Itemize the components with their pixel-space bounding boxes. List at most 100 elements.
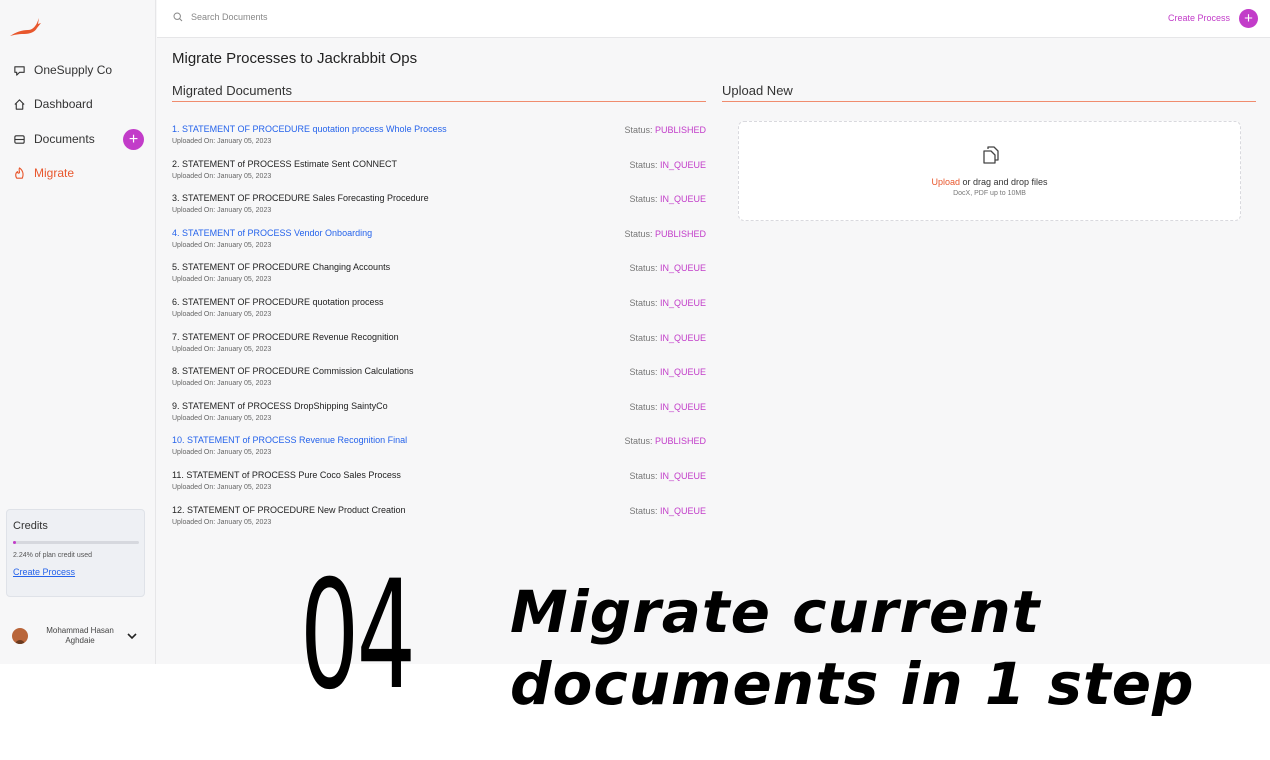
document-upload-date: Uploaded On: January 05, 2023 (172, 484, 272, 491)
migrated-documents-heading: Migrated Documents (172, 83, 292, 98)
user-menu[interactable]: Mohammad Hasan Aghdaie (12, 622, 144, 650)
sidebar-item-documents[interactable]: Documents (12, 128, 95, 150)
search-icon (173, 12, 183, 22)
search-placeholder: Search Documents (191, 12, 268, 22)
document-status: Status: IN_QUEUE (629, 471, 706, 481)
status-label: Status: (629, 160, 660, 170)
document-upload-date: Uploaded On: January 05, 2023 (172, 242, 272, 249)
status-label: Status: (629, 263, 660, 273)
status-badge: IN_QUEUE (659, 298, 706, 308)
sidebar-item-label: OneSupply Co (34, 63, 113, 77)
status-label: Status: (624, 229, 655, 239)
headline: Migrate current documents in 1 step (510, 576, 1250, 720)
page-title: Migrate Processes to Jackrabbit Ops (172, 50, 418, 67)
document-row[interactable]: 1. STATEMENT OF PROCEDURE quotation proc… (172, 124, 706, 154)
home-icon (12, 97, 26, 111)
status-label: Status: (629, 367, 660, 377)
document-status: Status: PUBLISHED (624, 436, 706, 446)
document-row[interactable]: 10. STATEMENT of PROCESS Revenue Recogni… (172, 435, 706, 465)
add-document-button[interactable]: + (123, 129, 144, 150)
document-title[interactable]: 8. STATEMENT OF PROCEDURE Commission Cal… (172, 366, 706, 377)
document-row[interactable]: 3. STATEMENT OF PROCEDURE Sales Forecast… (172, 193, 706, 223)
document-status: Status: IN_QUEUE (629, 402, 706, 412)
inbox-icon (12, 132, 26, 146)
create-process-button[interactable]: Create Process (1168, 13, 1230, 23)
status-label: Status: (629, 506, 660, 516)
sidebar-item-label: Dashboard (34, 97, 93, 111)
credits-progress-fill (13, 541, 16, 544)
document-row[interactable]: 6. STATEMENT OF PROCEDURE quotation proc… (172, 297, 706, 327)
credits-card: Credits 2.24% of plan credit used Create… (6, 509, 145, 597)
status-label: Status: (629, 402, 660, 412)
status-badge: IN_QUEUE (659, 471, 706, 481)
upload-new-divider (722, 101, 1256, 102)
document-upload-date: Uploaded On: January 05, 2023 (172, 380, 272, 387)
search-input[interactable]: Search Documents (173, 12, 268, 22)
headline-line-2: documents in 1 step (510, 650, 1195, 718)
document-row[interactable]: 12. STATEMENT OF PROCEDURE New Product C… (172, 505, 706, 535)
document-title[interactable]: 12. STATEMENT OF PROCEDURE New Product C… (172, 505, 706, 516)
status-label: Status: (629, 298, 660, 308)
document-upload-date: Uploaded On: January 05, 2023 (172, 311, 272, 318)
migrated-documents-divider (172, 101, 706, 102)
document-title[interactable]: 5. STATEMENT OF PROCEDURE Changing Accou… (172, 262, 706, 273)
upload-link[interactable]: Upload (931, 177, 960, 187)
sidebar-item-onesupply-co[interactable]: OneSupply Co (12, 59, 112, 81)
status-badge: IN_QUEUE (659, 194, 706, 204)
status-badge: PUBLISHED (654, 436, 706, 446)
document-upload-date: Uploaded On: January 05, 2023 (172, 449, 272, 456)
document-status: Status: IN_QUEUE (629, 263, 706, 273)
jackrabbit-logo[interactable] (8, 14, 42, 40)
document-title[interactable]: 6. STATEMENT OF PROCEDURE quotation proc… (172, 297, 706, 308)
sidebar-item-migrate[interactable]: Migrate (12, 162, 74, 184)
document-row[interactable]: 11. STATEMENT of PROCESS Pure Coco Sales… (172, 470, 706, 500)
create-process-plus-button[interactable]: + (1239, 9, 1258, 28)
status-label: Status: (624, 436, 655, 446)
upload-text: or drag and drop files (959, 177, 1048, 187)
document-status: Status: IN_QUEUE (629, 506, 706, 516)
credits-progress-bar (13, 541, 139, 544)
step-number: 04 (300, 549, 416, 723)
status-badge: IN_QUEUE (659, 160, 706, 170)
status-label: Status: (629, 333, 660, 343)
upload-new-heading: Upload New (722, 83, 793, 98)
upload-dropzone[interactable]: Upload or drag and drop files DocX, PDF … (738, 121, 1241, 221)
document-title[interactable]: 9. STATEMENT of PROCESS DropShipping Sai… (172, 401, 706, 412)
document-status: Status: PUBLISHED (624, 125, 706, 135)
document-row[interactable]: 2. STATEMENT of PROCESS Estimate Sent CO… (172, 159, 706, 189)
document-title[interactable]: 11. STATEMENT of PROCESS Pure Coco Sales… (172, 470, 706, 481)
sidebar-item-dashboard[interactable]: Dashboard (12, 93, 93, 115)
document-row[interactable]: 9. STATEMENT of PROCESS DropShipping Sai… (172, 401, 706, 431)
migrate-icon (12, 166, 26, 180)
document-upload-date: Uploaded On: January 05, 2023 (172, 346, 272, 353)
status-badge: IN_QUEUE (659, 263, 706, 273)
sidebar: OneSupply Co Dashboard Documents + Migra… (0, 0, 156, 664)
document-row[interactable]: 5. STATEMENT OF PROCEDURE Changing Accou… (172, 262, 706, 292)
headline-line-1: Migrate current (510, 578, 1041, 646)
upload-hint: DocX, PDF up to 10MB (953, 190, 1026, 197)
status-label: Status: (629, 471, 660, 481)
app-window: OneSupply Co Dashboard Documents + Migra… (0, 0, 1270, 664)
status-badge: IN_QUEUE (659, 367, 706, 377)
copy-file-icon (983, 146, 999, 164)
document-upload-date: Uploaded On: January 05, 2023 (172, 173, 272, 180)
document-status: Status: PUBLISHED (624, 229, 706, 239)
top-bar: Search Documents Create Process + (157, 0, 1270, 38)
status-badge: PUBLISHED (654, 229, 706, 239)
sidebar-item-label: Documents (34, 132, 95, 146)
credits-create-process-link[interactable]: Create Process (13, 567, 75, 577)
document-row[interactable]: 8. STATEMENT OF PROCEDURE Commission Cal… (172, 366, 706, 396)
document-row[interactable]: 4. STATEMENT of PROCESS Vendor Onboardin… (172, 228, 706, 258)
document-title[interactable]: 7. STATEMENT OF PROCEDURE Revenue Recogn… (172, 332, 706, 343)
document-title[interactable]: 2. STATEMENT of PROCESS Estimate Sent CO… (172, 159, 706, 170)
document-upload-date: Uploaded On: January 05, 2023 (172, 415, 272, 422)
document-row[interactable]: 7. STATEMENT OF PROCEDURE Revenue Recogn… (172, 332, 706, 362)
user-name: Mohammad Hasan Aghdaie (46, 626, 114, 645)
document-status: Status: IN_QUEUE (629, 160, 706, 170)
document-upload-date: Uploaded On: January 05, 2023 (172, 519, 272, 526)
document-upload-date: Uploaded On: January 05, 2023 (172, 276, 272, 283)
chevron-down-icon[interactable] (126, 630, 138, 642)
sidebar-item-label: Migrate (34, 166, 75, 180)
document-title[interactable]: 3. STATEMENT OF PROCEDURE Sales Forecast… (172, 193, 706, 204)
status-label: Status: (624, 125, 655, 135)
